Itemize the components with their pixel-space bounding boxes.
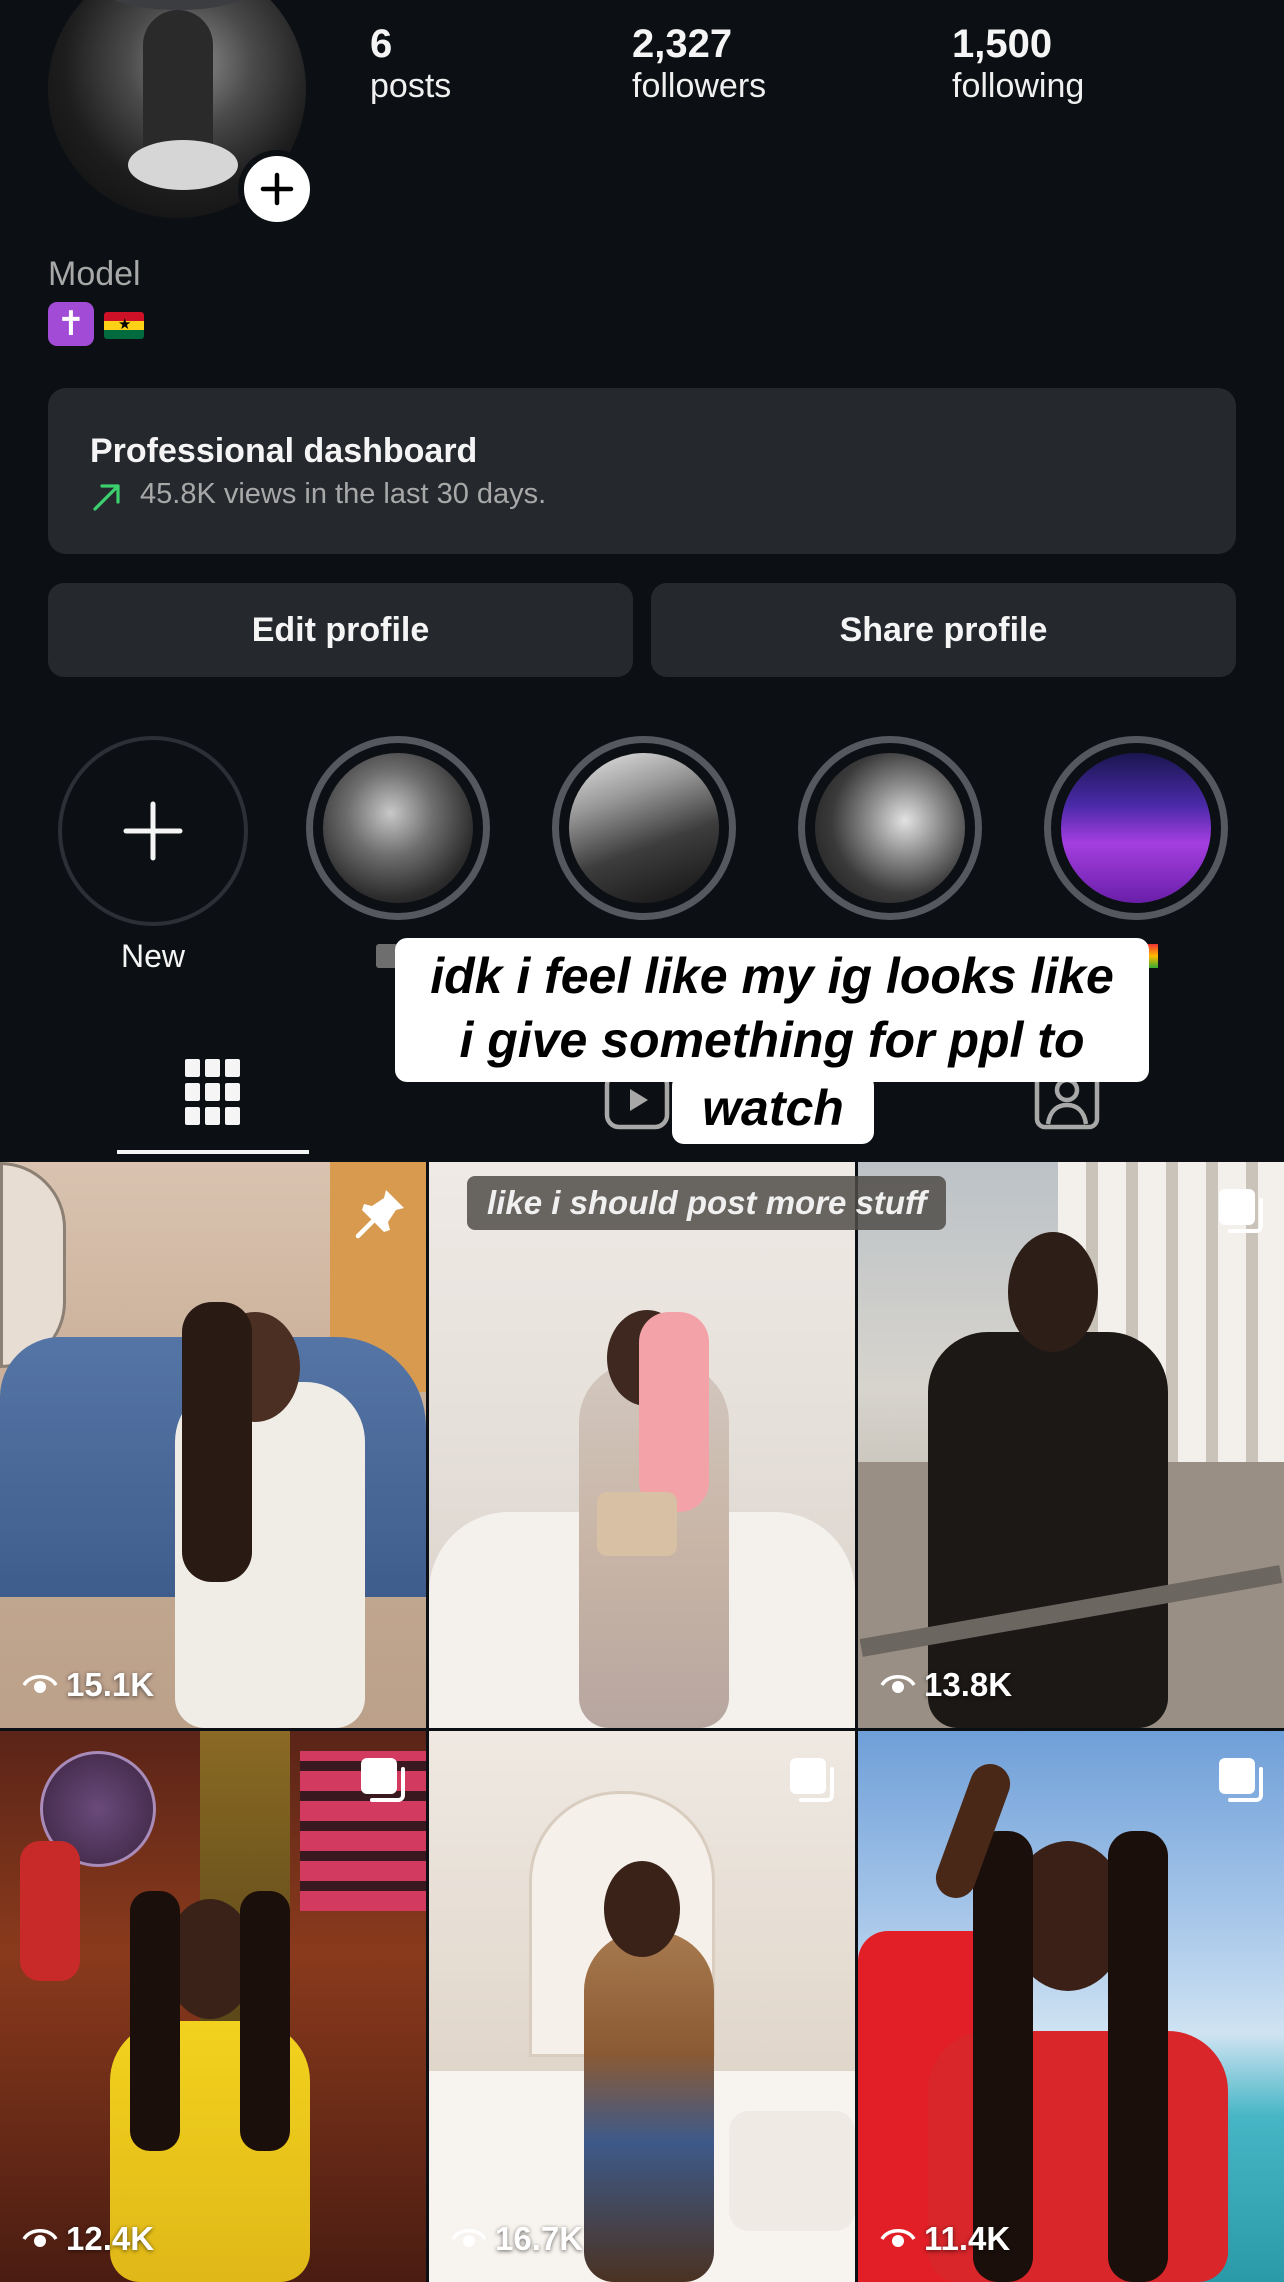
- highlight-label-new: New: [120, 938, 185, 974]
- overlay-caption-box: watch: [672, 1074, 874, 1144]
- overlay-caption-line: i give something for ppl to: [459, 1012, 1085, 1068]
- highlight-item[interactable]: [1044, 736, 1228, 920]
- highlight-item[interactable]: [552, 736, 736, 920]
- trend-up-icon: [93, 484, 120, 511]
- add-story-button[interactable]: [238, 150, 316, 228]
- stat-following[interactable]: 1,500 following: [952, 22, 1084, 106]
- views-icon: [22, 1675, 58, 1693]
- professional-dashboard-card[interactable]: Professional dashboard 45.8K views in th…: [48, 388, 1236, 554]
- plus-icon: [123, 801, 183, 861]
- post-view-count: 13.8K: [880, 1666, 1012, 1704]
- carousel-icon: [361, 1758, 405, 1802]
- post-tile[interactable]: 11.4K: [858, 1731, 1284, 2282]
- overlay-caption-line: idk i feel like my ig looks like: [430, 948, 1114, 1004]
- post-view-count: 12.4K: [22, 2220, 154, 2258]
- views-icon: [880, 1675, 916, 1693]
- post-tile[interactable]: 12.4K: [0, 1731, 426, 2282]
- edit-profile-button[interactable]: Edit profile: [48, 583, 633, 677]
- pin-icon: [355, 1190, 404, 1239]
- post-tile[interactable]: 15.1K: [0, 1162, 426, 1728]
- views-icon: [451, 2229, 487, 2247]
- highlight-item[interactable]: [306, 736, 490, 920]
- cross-emoji-icon: ✝: [48, 302, 94, 346]
- post-tile[interactable]: 13.8K: [858, 1162, 1284, 1728]
- post-view-count: 11.4K: [880, 2220, 1010, 2258]
- active-tab-indicator: [117, 1150, 309, 1154]
- carousel-icon: [790, 1758, 834, 1802]
- grid-icon[interactable]: [185, 1057, 241, 1127]
- carousel-icon: [1219, 1758, 1263, 1802]
- highlight-item[interactable]: [798, 736, 982, 920]
- stat-followers[interactable]: 2,327 followers: [632, 22, 766, 106]
- ghana-flag-icon: ★: [104, 312, 144, 339]
- post-tile[interactable]: 16.7K: [429, 1731, 855, 2282]
- post-view-count: 16.7K: [451, 2220, 583, 2258]
- plus-icon: [260, 172, 294, 206]
- post-caption-overlay: like i should post more stuff: [467, 1176, 947, 1230]
- overlay-caption-line: watch: [702, 1080, 844, 1136]
- bio-category: Model: [48, 255, 141, 293]
- carousel-icon: [1219, 1189, 1263, 1233]
- post-tile[interactable]: [429, 1162, 855, 1728]
- overlay-caption-box: idk i feel like my ig looks like i give …: [395, 938, 1149, 1082]
- views-icon: [880, 2229, 916, 2247]
- views-icon: [22, 2229, 58, 2247]
- dashboard-subtitle: 45.8K views in the last 30 days.: [140, 478, 547, 510]
- dashboard-title: Professional dashboard: [90, 432, 478, 470]
- stat-posts[interactable]: 6 posts: [370, 22, 451, 106]
- share-profile-button[interactable]: Share profile: [651, 583, 1236, 677]
- post-view-count: 15.1K: [22, 1666, 154, 1704]
- new-highlight-button[interactable]: [58, 736, 248, 926]
